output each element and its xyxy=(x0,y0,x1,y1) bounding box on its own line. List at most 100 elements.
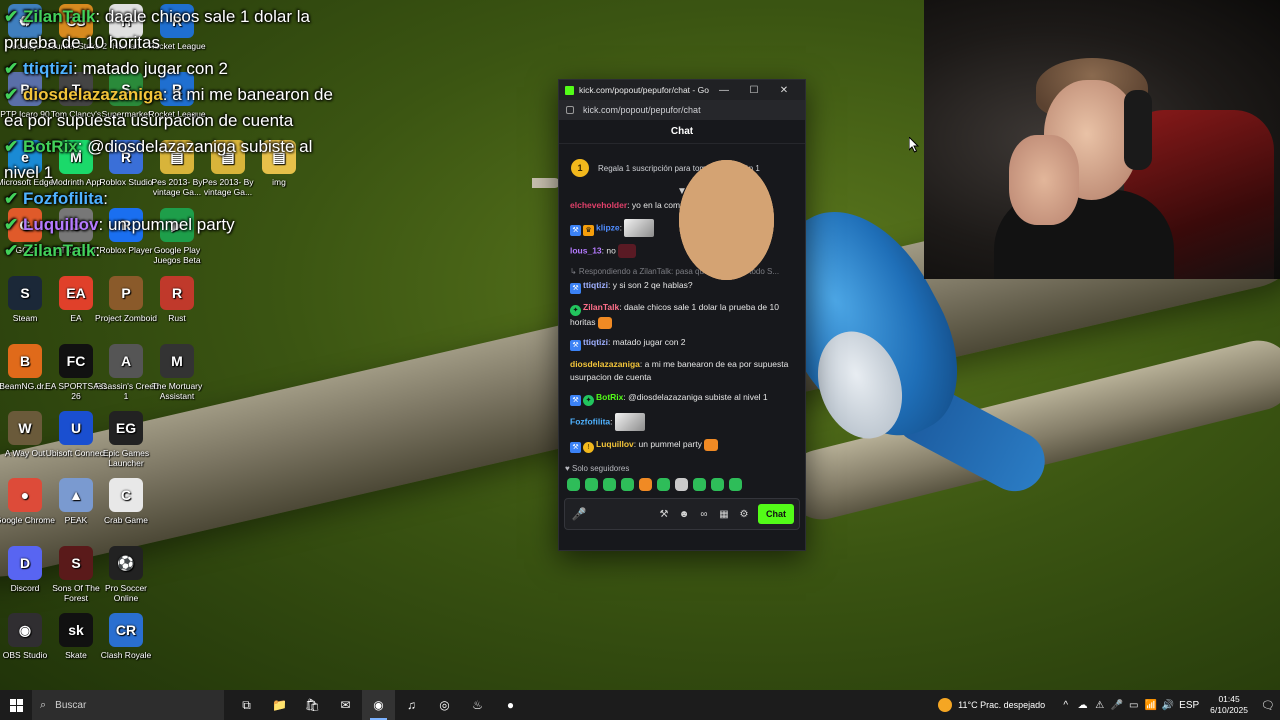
app-icon: W xyxy=(8,411,42,445)
emote-button[interactable] xyxy=(585,478,598,491)
overlay-message-text: un pummel party xyxy=(107,215,235,234)
battery-icon[interactable]: ▭ xyxy=(1125,700,1142,711)
overlay-chat-line: ✔ BotRix: @diosdelazazaniga subiste al n… xyxy=(4,134,349,186)
emote-button[interactable] xyxy=(657,478,670,491)
spotify-icon[interactable]: ♫ xyxy=(395,690,428,720)
emote-button[interactable] xyxy=(729,478,742,491)
app-icon: D xyxy=(8,546,42,580)
clock-date: 6/10/2025 xyxy=(1210,705,1248,715)
app-icon: P xyxy=(109,276,143,310)
position-coin-icon: 1 xyxy=(571,159,589,177)
chat-message[interactable]: ✦ ZilanTalk: daale chicos sale 1 dolar la… xyxy=(570,301,794,329)
store-icon[interactable]: ▦ xyxy=(714,509,734,520)
tools-icon[interactable]: ⚒ xyxy=(654,509,674,520)
chat-username[interactable]: diosdelazazaniga xyxy=(570,359,640,369)
settings-gear-icon[interactable]: ⚙ xyxy=(734,509,754,520)
desktop-icon[interactable]: CR Clash Royale xyxy=(93,613,159,660)
overlay-chat-line: ✔ ttiqtizi: matado jugar con 2 xyxy=(4,56,349,82)
microphone-tray-icon[interactable]: 🎤 xyxy=(1108,700,1125,711)
chrome-icon[interactable]: ◉ xyxy=(362,690,395,720)
emote-button[interactable] xyxy=(693,478,706,491)
emote-button[interactable] xyxy=(567,478,580,491)
store-icon[interactable]: 🛍 xyxy=(296,690,329,720)
microphone-icon[interactable]: 🎤 xyxy=(570,507,588,521)
app-icon: S xyxy=(8,276,42,310)
x-badge-icon: ⚒ xyxy=(570,395,581,406)
send-chat-button[interactable]: Chat xyxy=(758,504,794,524)
desktop-icon[interactable]: M The Mortuary Assistant xyxy=(144,344,210,401)
app-icon: sk xyxy=(59,613,93,647)
emote-button[interactable] xyxy=(675,478,688,491)
desktop-icon[interactable]: ⚽ Pro Soccer Online xyxy=(93,546,159,603)
chat-composer[interactable]: 🎤 ⚒ ☻ ∞ ▦ ⚙ Chat xyxy=(564,498,800,530)
app-icon: C xyxy=(109,478,143,512)
language-indicator[interactable]: ESP xyxy=(1176,700,1202,711)
emote-button[interactable] xyxy=(639,478,652,491)
chat-username[interactable]: Luquillov xyxy=(596,439,634,449)
chat-username[interactable]: BotRix xyxy=(596,392,623,402)
clock[interactable]: 01:45 6/10/2025 xyxy=(1210,694,1248,716)
desktop-icon[interactable]: C Crab Game xyxy=(93,478,159,525)
chat-username[interactable]: ZilanTalk xyxy=(583,302,619,312)
chat-message[interactable]: ⚒! Luquillov: un pummel party xyxy=(570,438,794,453)
messenger-icon[interactable]: ✉ xyxy=(329,690,362,720)
kick-logo-icon xyxy=(565,85,574,95)
emote-bar[interactable] xyxy=(559,474,805,494)
emote-image xyxy=(618,244,637,258)
chat-username[interactable]: lous_13 xyxy=(570,245,602,255)
emoji-icon[interactable]: ☻ xyxy=(674,509,694,520)
desktop-icon-label: Crab Game xyxy=(104,515,148,525)
gear-badge-icon: ✦ xyxy=(583,395,594,406)
app-icon: EA xyxy=(59,276,93,310)
overlay-chat-line: ✔ ZilanTalk: daale chicos sale 1 dolar l… xyxy=(4,4,349,56)
crown-badge-icon: ♛ xyxy=(583,225,594,237)
steam-icon[interactable]: ♨ xyxy=(461,690,494,720)
chat-messages[interactable]: elcheveholder: yo en la compu solo tengo… xyxy=(559,160,805,460)
weather-text: Prac. despejado xyxy=(980,700,1046,710)
taskbar: ⌕ Buscar ⧉ 📁 🛍 ✉ ◉ ♫ ◎ ♨ ● 11°C Prac. despejado … xyxy=(0,690,1280,720)
chat-popout-window[interactable]: kick.com/popout/pepufor/chat - Goo... — … xyxy=(558,79,806,551)
volume-icon[interactable]: 🔊 xyxy=(1159,700,1176,711)
chat-username[interactable]: ttiqtizi xyxy=(583,280,608,290)
chat-username[interactable]: ttiqtizi xyxy=(583,337,608,347)
chat-message[interactable]: Fozfofilita: xyxy=(570,413,794,431)
desktop-icon[interactable]: EG Epic Games Launcher xyxy=(93,411,159,468)
start-button[interactable] xyxy=(0,690,32,720)
subscription-banner[interactable]: 1 Regala 1 suscripción para tomar la pos… xyxy=(559,150,805,186)
show-hidden-icons[interactable]: ^ xyxy=(1057,700,1074,711)
taskbar-search[interactable]: ⌕ Buscar xyxy=(32,690,224,720)
emote-button[interactable] xyxy=(621,478,634,491)
app-badge-icon[interactable]: ● xyxy=(494,690,527,720)
badge-icon: ✔ xyxy=(4,85,23,104)
reply-context[interactable]: ↳ Respondiendo a ZilanTalk: pasa que tiq… xyxy=(570,265,794,278)
chat-username[interactable]: Fozfofilita xyxy=(570,416,610,426)
chat-message[interactable]: ↳ Respondiendo a ZilanTalk: pasa que tiq… xyxy=(570,160,794,294)
emote-image xyxy=(597,316,612,329)
obs-icon[interactable]: ◎ xyxy=(428,690,461,720)
chat-username[interactable]: klipze xyxy=(596,222,620,232)
file-explorer-icon[interactable]: 📁 xyxy=(263,690,296,720)
task-view-icon[interactable]: ⧉ xyxy=(230,690,263,720)
overlay-username: Fozfofilita xyxy=(22,189,104,208)
chat-username[interactable]: elcheveholder xyxy=(570,200,627,210)
emote-image xyxy=(624,219,655,237)
chat-message[interactable]: ⚒ ✦ BotRix: @diosdelazazaniga subiste al n… xyxy=(570,391,794,406)
site-info-icon[interactable] xyxy=(566,106,574,114)
points-icon[interactable]: ∞ xyxy=(694,509,714,520)
weather-widget[interactable]: 11°C Prac. despejado xyxy=(938,698,1045,712)
chat-message[interactable]: diosdelazazaniga: a mi me banearon de ea… xyxy=(570,358,794,384)
emote-button[interactable] xyxy=(711,478,724,491)
warning-icon[interactable]: ⚠ xyxy=(1091,700,1108,711)
close-button[interactable]: ✕ xyxy=(769,85,799,96)
window-titlebar[interactable]: kick.com/popout/pepufor/chat - Goo... — … xyxy=(559,80,805,100)
chat-message[interactable]: ⚒ ttiqtizi: matado jugar con 2 xyxy=(570,160,794,351)
address-bar[interactable]: kick.com/popout/pepufor/chat xyxy=(559,100,805,120)
maximize-button[interactable]: ☐ xyxy=(739,85,769,96)
badge-icon: ✔ xyxy=(4,189,23,208)
minimize-button[interactable]: — xyxy=(709,85,739,96)
emote-button[interactable] xyxy=(603,478,616,491)
notifications-icon[interactable]: 🗨 xyxy=(1256,699,1280,712)
network-icon[interactable]: 📶 xyxy=(1142,700,1159,711)
desktop-icon[interactable]: R Rust xyxy=(144,276,210,323)
onedrive-icon[interactable]: ☁ xyxy=(1074,700,1091,711)
